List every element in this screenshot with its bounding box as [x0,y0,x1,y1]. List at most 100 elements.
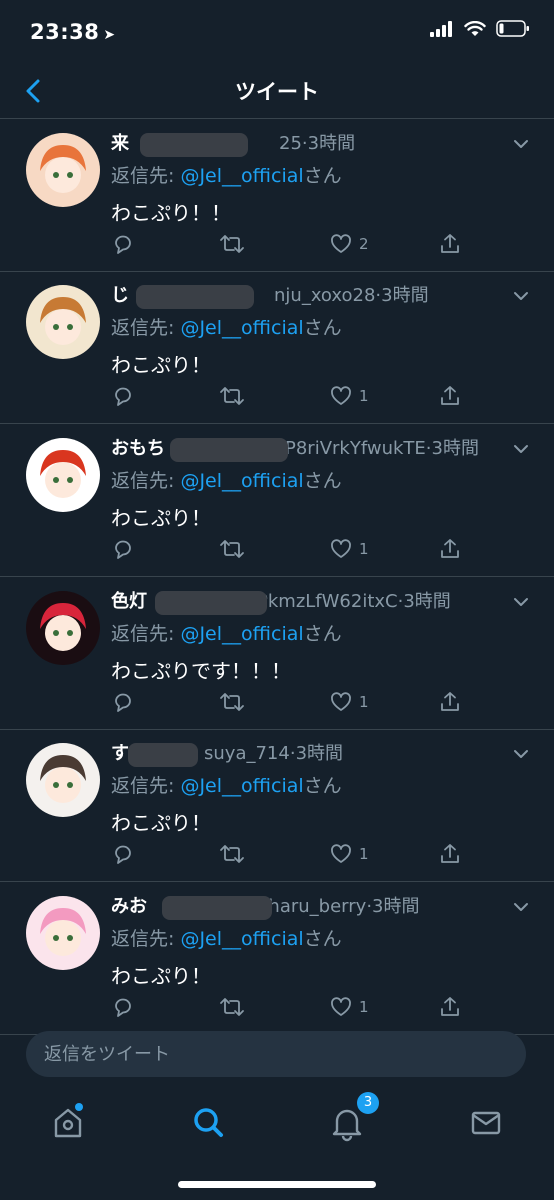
tweet-text: わこぷり！！ [111,201,231,225]
like-button[interactable]: 1 [329,383,369,409]
notification-badge: 3 [357,1092,379,1114]
status-bar: 23:38 ➤ [0,0,554,64]
display-name[interactable]: 来 [111,133,129,154]
share-icon [441,539,459,558]
like-button[interactable]: 1 [329,994,369,1020]
reply-button[interactable] [111,689,135,715]
retweet-button[interactable] [219,231,245,257]
tab-home[interactable] [48,1102,88,1142]
share-icon [441,844,459,863]
retweet-button[interactable] [219,994,245,1020]
retweet-button[interactable] [219,841,245,867]
tweet-menu-button[interactable] [510,743,532,765]
cellular-signal-icon [430,20,452,37]
retweet-icon [220,540,244,558]
mention-link[interactable]: @Jel__official [180,775,303,797]
status-icons [430,20,530,37]
chevron-down-icon [514,903,528,911]
retweet-button[interactable] [219,383,245,409]
reply-button[interactable] [111,536,135,562]
reply-prefix: 返信先: [111,470,181,492]
reply-compose-bar[interactable] [26,1031,526,1077]
share-button[interactable] [438,383,462,409]
redaction-block [155,591,267,615]
display-name[interactable]: す [111,743,129,764]
like-count: 1 [359,693,369,711]
display-name[interactable]: みお [111,896,147,917]
reply-context: 返信先: @Jel__officialさん [111,619,342,646]
tab-notifications[interactable]: 3 [327,1092,379,1142]
tweet-menu-button[interactable] [510,896,532,918]
tab-search[interactable] [188,1102,228,1142]
like-count: 1 [359,540,369,558]
retweet-button[interactable] [219,689,245,715]
tweet-item[interactable]: 来 25·3時間 返信先: @Jel__officialさん わこぷり！！ 2 [0,119,554,272]
retweet-icon [220,235,244,253]
wifi-icon [464,20,486,36]
mention-link[interactable]: @Jel__official [180,470,303,492]
avatar[interactable] [26,438,100,512]
mention-link[interactable]: @Jel__official [180,623,303,645]
redaction-block [162,896,272,920]
like-button[interactable]: 1 [329,689,369,715]
tweet-menu-button[interactable] [510,285,532,307]
reply-icon [115,845,131,864]
tweet-item[interactable]: 色灯 PkmzLfW62itxC·3時間 返信先: @Jel__officialさ… [0,577,554,730]
avatar[interactable] [26,285,100,359]
chevron-down-icon [514,445,528,453]
reply-button[interactable] [111,841,135,867]
tweet-text: わこぷり！ [111,964,211,988]
avatar[interactable] [26,591,100,665]
avatar[interactable] [26,743,100,817]
avatar[interactable] [26,133,100,207]
tab-messages[interactable] [466,1102,506,1142]
reply-suffix: さん [303,928,342,950]
home-icon [54,1103,83,1138]
retweet-button[interactable] [219,536,245,562]
tweet-menu-button[interactable] [510,591,532,613]
like-button[interactable]: 1 [329,536,369,562]
share-button[interactable] [438,536,462,562]
reply-context: 返信先: @Jel__officialさん [111,924,342,951]
share-icon [441,234,459,253]
tweet-item[interactable]: す suya_714·3時間 返信先: @Jel__officialさん わこぷり… [0,729,554,882]
avatar[interactable] [26,896,100,970]
tweet-menu-button[interactable] [510,438,532,460]
tweet-item[interactable]: じ nju_xoxo28·3時間 返信先: @Jel__officialさん わこ… [0,271,554,424]
tweet-actions: 2 [111,231,471,257]
reply-icon [115,540,131,559]
like-count: 1 [359,845,369,863]
share-button[interactable] [438,689,462,715]
username: pharu_berry [257,896,367,917]
reply-suffix: さん [303,775,342,797]
tweet-item[interactable]: みお pharu_berry·3時間 返信先: @Jel__officialさん … [0,882,554,1035]
heart-icon [331,692,351,711]
tweet-item[interactable]: おもち P8riVrkYfwukTE·3時間 返信先: @Jel__officia… [0,424,554,577]
reply-button[interactable] [111,383,135,409]
reply-button[interactable] [111,231,135,257]
share-button[interactable] [438,994,462,1020]
display-name[interactable]: 色灯 [111,591,147,612]
clock-text: 23:38 [30,20,100,44]
display-name[interactable]: おもち [111,438,165,459]
like-button[interactable]: 2 [329,231,369,257]
like-button[interactable]: 1 [329,841,369,867]
timestamp: 3時間 [431,438,479,459]
reply-input[interactable] [26,1031,526,1077]
reply-icon [115,235,131,254]
display-name[interactable]: じ [111,285,129,306]
username: PkmzLfW62itxC [257,591,398,612]
like-count: 2 [359,235,369,253]
timestamp: 3時間 [381,285,429,306]
reply-button[interactable] [111,994,135,1020]
mention-link[interactable]: @Jel__official [180,317,303,339]
mention-link[interactable]: @Jel__official [180,165,303,187]
mention-link[interactable]: @Jel__official [180,928,303,950]
share-icon [441,386,459,405]
tweet-menu-button[interactable] [510,133,532,155]
share-button[interactable] [438,231,462,257]
heart-icon [331,386,351,405]
like-count: 1 [359,998,369,1016]
share-button[interactable] [438,841,462,867]
tweet-text: わこぷりです！！！ [111,659,291,683]
